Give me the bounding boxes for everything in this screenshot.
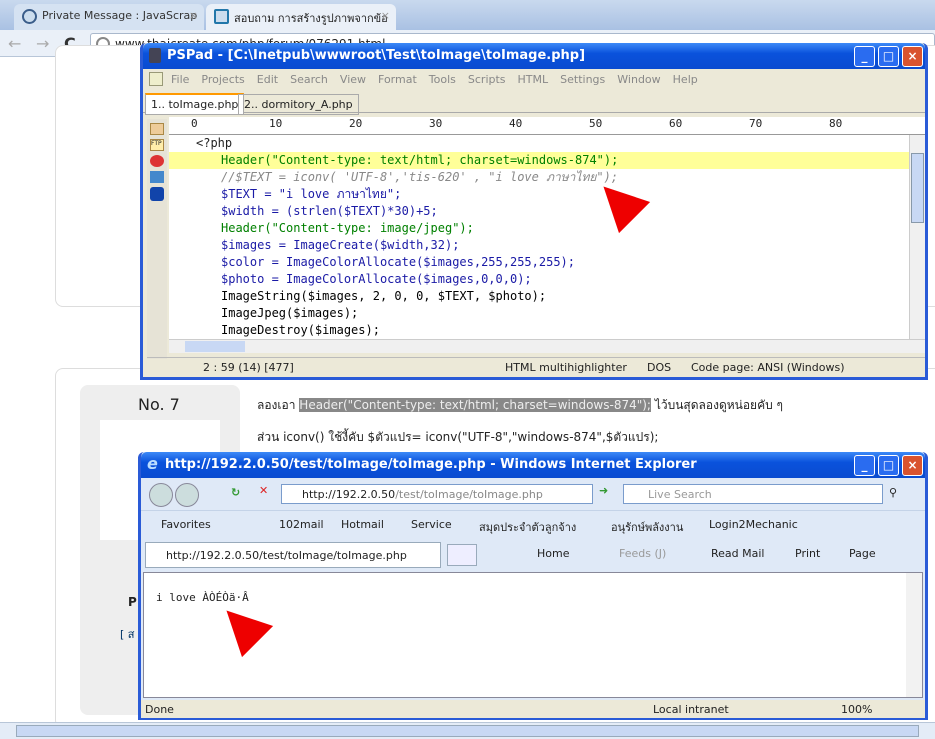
- search-icon[interactable]: ⚲: [889, 486, 897, 499]
- favorites-bar: Favorites 102mail Hotmail Service สมุดปร…: [141, 510, 925, 540]
- home-button[interactable]: Home: [537, 547, 569, 560]
- pspad-menu-bar: File Projects Edit Search View Format Tools Scr…: [143, 69, 925, 91]
- vertical-scrollbar[interactable]: [906, 573, 922, 697]
- post-line-1: ลองเอา Header("Content-type: text/html; …: [257, 398, 783, 412]
- author-link[interactable]: [ ส: [120, 625, 135, 643]
- go-icon[interactable]: ➜: [599, 484, 608, 497]
- stop-icon[interactable]: ✕: [259, 484, 268, 497]
- fav-thai-2[interactable]: อนุรักษ์พลังงาน: [611, 518, 683, 536]
- post-line-2: ส่วน iconv() ใช้งี้คับ $ตัวแปร= iconv("U…: [257, 430, 659, 444]
- tab-private-message[interactable]: Private Message : JavaScrap ×: [14, 4, 204, 30]
- feeds-button[interactable]: Feeds (J): [619, 547, 666, 560]
- forward-button[interactable]: [175, 483, 199, 507]
- minimize-button[interactable]: _: [854, 46, 875, 67]
- edit-icon: [149, 72, 163, 86]
- scroll-thumb[interactable]: [16, 725, 919, 737]
- tab-toimage[interactable]: 1.. toImage.php: [145, 93, 245, 115]
- forward-icon[interactable]: →: [36, 34, 49, 53]
- close-button[interactable]: ×: [902, 46, 923, 67]
- refresh-icon[interactable]: ↻: [231, 486, 240, 499]
- code-editor[interactable]: <?php Header("Content-type: text/html; c…: [169, 135, 909, 339]
- new-tab-button[interactable]: [447, 544, 477, 566]
- close-button[interactable]: ×: [902, 455, 923, 476]
- page-menu[interactable]: Page: [849, 547, 876, 560]
- maximize-button[interactable]: □: [878, 455, 899, 476]
- pspad-side-toolbar: FTP: [147, 119, 167, 359]
- maximize-button[interactable]: □: [878, 46, 899, 67]
- ie-title-bar: e http://192.2.0.50/test/toImage/toImage.…: [141, 452, 925, 478]
- ie-tab-row: http://192.2.0.50/test/toImage/toImage.p…: [141, 540, 925, 570]
- zoom-control[interactable]: 100%: [841, 703, 872, 716]
- menu-projects[interactable]: Projects: [201, 73, 244, 86]
- ie-tab[interactable]: http://192.2.0.50/test/toImage/toImage.p…: [145, 542, 441, 568]
- ie-address-input[interactable]: http://192.2.0.50/test/toImage/toImage.p…: [281, 484, 593, 504]
- menu-edit[interactable]: Edit: [257, 73, 278, 86]
- fav-thai-1[interactable]: สมุดประจำตัวลูกจ้าง: [479, 518, 576, 536]
- menu-view[interactable]: View: [340, 73, 366, 86]
- pspad-status-bar: 2 : 59 (14) [477] HTML multihighlighter …: [147, 357, 925, 377]
- ie-status-bar: Done Local intranet 100%: [141, 700, 925, 718]
- menu-file[interactable]: File: [171, 73, 189, 86]
- back-button[interactable]: [149, 483, 173, 507]
- menu-tools[interactable]: Tools: [429, 73, 456, 86]
- scroll-thumb[interactable]: [185, 341, 245, 352]
- live-search-input[interactable]: Live Search: [623, 484, 883, 504]
- fav-login2mechanic[interactable]: Login2Mechanic: [709, 518, 798, 531]
- ftp-icon[interactable]: FTP: [150, 139, 164, 151]
- code-highlight: Header("Content-type: text/html; charset…: [299, 398, 651, 412]
- horizontal-scrollbar[interactable]: [169, 339, 925, 353]
- favorites-button[interactable]: Favorites: [161, 518, 211, 531]
- minimize-button[interactable]: _: [854, 455, 875, 476]
- tab-thaicreate[interactable]: สอบถาม การสร้างรูปภาพจากข้อ ×: [206, 4, 396, 30]
- page-horizontal-scrollbar[interactable]: [0, 722, 935, 739]
- menu-scripts[interactable]: Scripts: [468, 73, 506, 86]
- vertical-scrollbar[interactable]: [909, 135, 925, 339]
- pspad-icon: [149, 48, 161, 63]
- menu-settings[interactable]: Settings: [560, 73, 605, 86]
- menu-window[interactable]: Window: [617, 73, 660, 86]
- tab-dormitory[interactable]: 2.. dormitory_A.php: [238, 94, 359, 115]
- fav-service[interactable]: Service: [411, 518, 452, 531]
- menu-search[interactable]: Search: [290, 73, 328, 86]
- folder-icon[interactable]: [150, 123, 164, 135]
- favorites-icon[interactable]: [150, 155, 164, 167]
- page-icon: [214, 9, 229, 24]
- post-number: No. 7: [138, 395, 180, 414]
- pspad-title-bar: PSPad - [C:\Inetpub\wwwroot\Test\toImage…: [143, 43, 925, 69]
- cube-icon[interactable]: [150, 187, 164, 201]
- pspad-tabs: 1.. toImage.php 2.. dormitory_A.php: [143, 91, 925, 115]
- globe-icon: [22, 9, 37, 24]
- ruler: 0 10 20 30 40 50 60 70 80: [169, 117, 925, 135]
- pspad-window: PSPad - [C:\Inetpub\wwwroot\Test\toImage…: [140, 43, 928, 380]
- close-icon[interactable]: ×: [189, 9, 198, 22]
- ie-nav-bar: ↻ ✕ http://192.2.0.50/test/toImage/toIma…: [141, 478, 925, 510]
- back-icon[interactable]: ←: [8, 34, 21, 53]
- read-mail-button[interactable]: Read Mail: [711, 547, 764, 560]
- close-icon[interactable]: ×: [381, 9, 390, 22]
- menu-help[interactable]: Help: [673, 73, 698, 86]
- explorer-icon[interactable]: [150, 171, 164, 183]
- menu-html[interactable]: HTML: [518, 73, 549, 86]
- browser-tab-bar: Private Message : JavaScrap × สอบถาม การส…: [0, 0, 935, 30]
- print-button[interactable]: Print: [795, 547, 820, 560]
- scroll-thumb[interactable]: [911, 153, 924, 223]
- menu-format[interactable]: Format: [378, 73, 417, 86]
- fav-hotmail[interactable]: Hotmail: [341, 518, 384, 531]
- ie-window: e http://192.2.0.50/test/toImage/toImage.…: [138, 452, 928, 720]
- ie-logo-icon: e: [147, 454, 158, 473]
- fav-102mail[interactable]: 102mail: [279, 518, 324, 531]
